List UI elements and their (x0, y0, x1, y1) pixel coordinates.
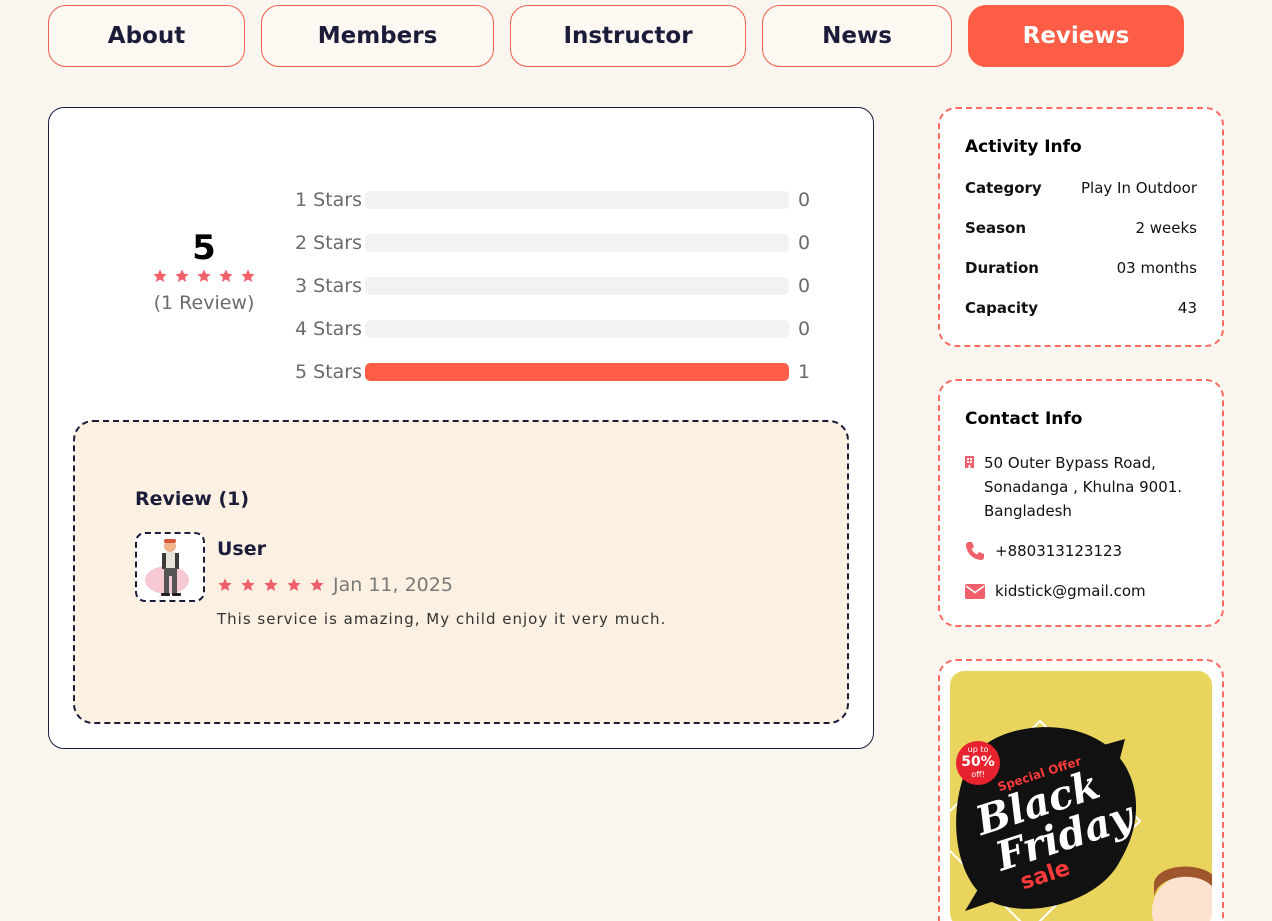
rating-row-label: 2 Stars (295, 231, 362, 254)
star-icon (240, 268, 256, 284)
average-stars (149, 268, 259, 284)
review-count: (1 Review) (153, 292, 255, 314)
info-value: Play In Outdoor (1081, 179, 1197, 197)
info-key: Capacity (965, 299, 1038, 317)
star-icon (240, 577, 256, 593)
tab-news[interactable]: News (762, 5, 952, 67)
rating-bar (365, 233, 789, 252)
review-stars (217, 577, 325, 593)
activity-info-title: Activity Info (965, 137, 1082, 157)
contact-address: 50 Outer Bypass Road, Sonadanga , Khulna… (965, 451, 1202, 523)
rating-bar (365, 190, 789, 209)
building-icon (965, 451, 974, 473)
info-row-duration: Duration 03 months (965, 259, 1197, 277)
rating-row: 3 Stars 0 (295, 264, 819, 307)
contact-phone[interactable]: +880313123123 (965, 539, 1202, 563)
rating-bar-fill (365, 362, 789, 381)
rating-row: 2 Stars 0 (295, 221, 819, 264)
reviews-panel: 5 (1 Review) 1 Stars 0 2 Stars 0 3 Stars 0 4 S… (48, 107, 874, 749)
review-meta: Jan 11, 2025 (217, 574, 453, 596)
badge-bottom: off! (971, 770, 985, 779)
rating-row: 4 Stars 0 (295, 307, 819, 350)
rating-row-count: 0 (798, 231, 811, 254)
info-value: 2 weeks (1135, 219, 1197, 237)
tab-bar: About Members Instructor News Reviews (48, 5, 1184, 67)
rating-bar (365, 276, 789, 295)
tab-about[interactable]: About (48, 5, 245, 67)
black-friday-banner[interactable]: up to 50% off! Special Offer Black Frida… (950, 671, 1212, 921)
rating-row-count: 0 (798, 317, 811, 340)
rating-row-label: 1 Stars (295, 188, 362, 211)
star-icon (286, 577, 302, 593)
address-line: 50 Outer Bypass Road, (984, 454, 1156, 472)
promo-card: up to 50% off! Special Offer Black Frida… (938, 659, 1224, 921)
average-rating-value: 5 (192, 228, 216, 268)
review-text: This service is amazing, My child enjoy … (217, 610, 667, 628)
badge-percent: 50% (961, 754, 995, 770)
address-line: Bangladesh (984, 502, 1072, 520)
envelope-icon (965, 579, 985, 603)
address-line: Sonadanga , Khulna 9001. (984, 478, 1183, 496)
email-address[interactable]: kidstick@gmail.com (995, 579, 1146, 603)
info-key: Season (965, 219, 1027, 237)
rating-row: 1 Stars 0 (295, 178, 819, 221)
rating-row-label: 4 Stars (295, 317, 362, 340)
avatar (135, 532, 205, 602)
discount-badge: up to 50% off! (960, 745, 996, 780)
tab-members[interactable]: Members (261, 5, 494, 67)
star-icon (196, 268, 212, 284)
review-list: Review (1) User Jan 11, 2025 This servic… (73, 420, 849, 724)
rating-bar (365, 319, 789, 338)
review-heading: Review (1) (135, 488, 250, 510)
star-icon (152, 268, 168, 284)
info-value: 03 months (1116, 259, 1197, 277)
rating-breakdown: 1 Stars 0 2 Stars 0 3 Stars 0 4 Stars 0 5 Stars 1 (295, 178, 819, 393)
reviewer-name: User (217, 538, 266, 560)
activity-info-card: Activity Info Category Play In Outdoor S… (938, 107, 1224, 347)
review-date: Jan 11, 2025 (333, 574, 453, 596)
rating-row-count: 1 (798, 360, 811, 383)
phone-number[interactable]: +880313123123 (995, 539, 1122, 563)
info-row-season: Season 2 weeks (965, 219, 1197, 237)
contact-info-card: Contact Info 50 Outer Bypass Road, Sonad… (938, 379, 1224, 627)
tab-reviews[interactable]: Reviews (968, 5, 1184, 67)
info-row-capacity: Capacity 43 (965, 299, 1197, 317)
rating-row-label: 3 Stars (295, 274, 362, 297)
phone-icon (965, 539, 985, 563)
average-rating: 5 (1 Review) (149, 228, 259, 314)
rating-row-count: 0 (798, 188, 811, 211)
rating-row-label: 5 Stars (295, 360, 362, 383)
star-icon (174, 268, 190, 284)
star-icon (309, 577, 325, 593)
contact-info-title: Contact Info (965, 409, 1083, 429)
star-icon (218, 268, 234, 284)
star-icon (217, 577, 233, 593)
info-row-category: Category Play In Outdoor (965, 179, 1197, 197)
info-key: Category (965, 179, 1042, 197)
tab-instructor[interactable]: Instructor (510, 5, 746, 67)
contact-email[interactable]: kidstick@gmail.com (965, 579, 1202, 603)
rating-row-count: 0 (798, 274, 811, 297)
rating-row: 5 Stars 1 (295, 350, 819, 393)
star-icon (263, 577, 279, 593)
rating-bar (365, 362, 789, 381)
info-key: Duration (965, 259, 1039, 277)
info-value: 43 (1177, 299, 1197, 317)
